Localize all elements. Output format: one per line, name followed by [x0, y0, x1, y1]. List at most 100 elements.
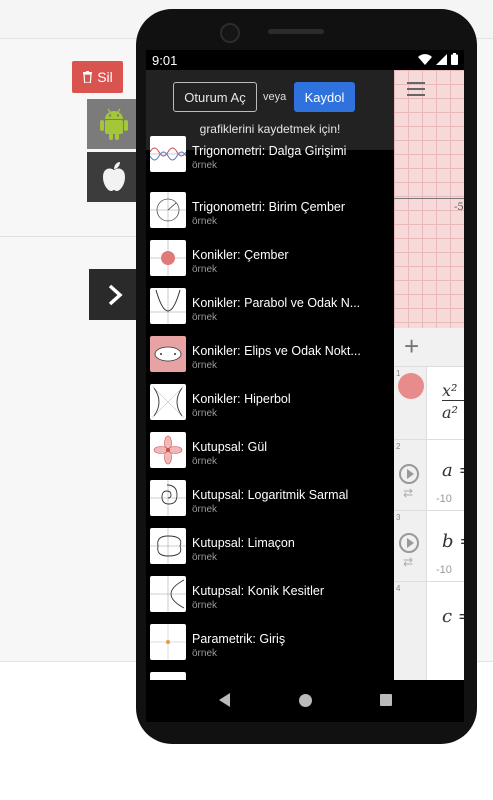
play-icon[interactable]	[399, 533, 419, 553]
expression-denominator: a²	[442, 403, 458, 422]
expression-gutter: 1	[394, 367, 427, 439]
slider-min: -10	[436, 493, 452, 505]
list-item[interactable]	[146, 668, 394, 680]
earpiece-speaker	[268, 29, 324, 34]
thumbnail-parabola	[150, 288, 186, 324]
expression-math: b =	[442, 531, 464, 552]
thumbnail-spiral	[150, 480, 186, 516]
list-item[interactable]: Kutupsal: Limaçon örnek	[146, 524, 394, 572]
item-subtitle: örnek	[192, 408, 218, 419]
wifi-icon	[418, 53, 432, 65]
graphing-app: -5 + 1 x² a² 2 ⇄ a = -10 3	[394, 70, 464, 680]
expression-row[interactable]: 2 ⇄ a = -10	[394, 440, 464, 511]
list-item[interactable]: Konikler: Parabol ve Odak N... örnek	[146, 284, 394, 332]
back-icon[interactable]	[219, 693, 230, 707]
item-title: Parametrik: Giriş	[192, 632, 286, 646]
item-title: Trigonometri: Birim Çember	[192, 200, 346, 214]
graph-color-icon[interactable]	[398, 373, 424, 399]
apple-icon	[102, 162, 125, 191]
examples-drawer: Oturum Aç veya Kaydol grafiklerini kayde…	[146, 70, 394, 680]
list-item[interactable]: Trigonometri: Birim Çember örnek	[146, 188, 394, 236]
fraction-bar	[442, 400, 464, 401]
android-icon	[99, 108, 128, 140]
thumbnail-partial	[150, 672, 186, 680]
expression-math: x²	[442, 381, 458, 400]
item-subtitle: örnek	[192, 600, 218, 611]
thumbnail-circle	[150, 240, 186, 276]
slider-min: -10	[436, 564, 452, 576]
expression-gutter: 2 ⇄	[394, 440, 427, 510]
item-title: Konikler: Elips ve Odak Nokt...	[192, 344, 361, 358]
expression-number: 2	[396, 442, 401, 451]
android-button[interactable]	[87, 99, 140, 149]
list-item[interactable]: Konikler: Elips ve Odak Nokt... örnek	[146, 332, 394, 380]
menu-icon[interactable]	[407, 82, 425, 96]
expression-number: 1	[396, 369, 401, 378]
expression-gutter: 3 ⇄	[394, 511, 427, 581]
expression-math: a =	[442, 460, 464, 481]
item-title: Kutupsal: Konik Kesitler	[192, 584, 325, 598]
item-subtitle: örnek	[192, 456, 218, 467]
expression-row[interactable]: 4 c =	[394, 582, 464, 680]
status-bar: 9:01	[146, 50, 464, 70]
list-item[interactable]: Trigonometri: Dalga Girişimi örnek	[146, 136, 394, 188]
item-subtitle: örnek	[192, 648, 218, 659]
x-axis	[394, 198, 464, 199]
save-message: grafiklerini kaydetmek için!	[199, 122, 341, 136]
thumbnail-ellipse	[150, 336, 186, 372]
signal-icon	[436, 53, 447, 65]
status-time: 9:01	[152, 53, 178, 68]
expression-toolbar: +	[394, 328, 464, 367]
or-label: veya	[263, 91, 287, 103]
add-expression-button[interactable]: +	[404, 332, 419, 360]
list-item[interactable]: Kutupsal: Logaritmik Sarmal örnek	[146, 476, 394, 524]
home-icon[interactable]	[299, 694, 312, 707]
next-button[interactable]	[89, 269, 141, 320]
apple-button[interactable]	[87, 152, 140, 202]
thumbnail-limacon	[150, 528, 186, 564]
item-title: Konikler: Çember	[192, 248, 289, 262]
login-button[interactable]: Oturum Aç	[173, 82, 257, 112]
chevron-right-icon	[108, 284, 123, 305]
list-item[interactable]: Konikler: Çember örnek	[146, 236, 394, 284]
phone-screen: 9:01 -5 + 1 x² a² 2 ⇄ a -10 3 ⇄ b -10 4 …	[146, 50, 464, 722]
thumbnail-hyperbola	[150, 384, 186, 420]
item-subtitle: örnek	[192, 552, 218, 563]
item-title: Konikler: Hiperbol	[192, 392, 291, 406]
play-icon[interactable]	[399, 464, 419, 484]
item-title: Konikler: Parabol ve Odak N...	[192, 296, 361, 310]
list-item[interactable]: Kutupsal: Konik Kesitler örnek	[146, 572, 394, 620]
signup-button[interactable]: Kaydol	[294, 82, 355, 112]
graph-canvas[interactable]: -5	[394, 70, 464, 328]
item-title: Kutupsal: Limaçon	[192, 536, 295, 550]
list-item[interactable]: Parametrik: Giriş örnek	[146, 620, 394, 668]
delete-button-label: Sil	[97, 69, 113, 85]
item-subtitle: örnek	[192, 216, 218, 227]
delete-button[interactable]: Sil	[72, 61, 123, 93]
item-subtitle: örnek	[192, 264, 218, 275]
item-subtitle: örnek	[192, 160, 218, 171]
item-title: Kutupsal: Logaritmik Sarmal	[192, 488, 349, 502]
list-item[interactable]: Konikler: Hiperbol örnek	[146, 380, 394, 428]
expression-gutter: 4	[394, 582, 427, 680]
android-nav-bar	[146, 680, 464, 722]
recents-icon[interactable]	[380, 694, 392, 706]
divider	[0, 236, 140, 237]
front-camera	[220, 23, 240, 43]
status-icons	[418, 53, 458, 65]
expression-number: 3	[396, 513, 401, 522]
trash-icon	[83, 71, 93, 83]
expression-number: 4	[396, 584, 401, 593]
battery-icon	[451, 53, 458, 65]
axis-tick-label: -5	[454, 202, 464, 213]
item-title: Kutupsal: Gül	[192, 440, 268, 454]
list-item[interactable]: Kutupsal: Gül örnek	[146, 428, 394, 476]
loop-icon[interactable]: ⇄	[403, 555, 413, 569]
expression-math: c =	[442, 606, 464, 627]
item-subtitle: örnek	[192, 312, 218, 323]
expression-row[interactable]: 3 ⇄ b = -10	[394, 511, 464, 582]
item-subtitle: örnek	[192, 504, 218, 515]
loop-icon[interactable]: ⇄	[403, 486, 413, 500]
expression-row[interactable]: 1 x² a²	[394, 367, 464, 440]
thumbnail-wave	[150, 136, 186, 172]
